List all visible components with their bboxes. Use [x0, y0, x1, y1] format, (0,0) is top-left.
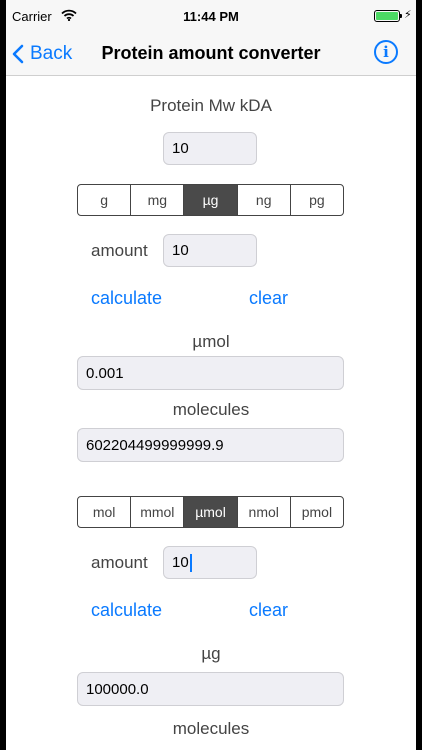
- amount-label-2: amount: [91, 553, 148, 572]
- battery-tip: [400, 14, 402, 18]
- molar-unit-segmented-control: mol mmol µmol nmol pmol: [77, 496, 344, 528]
- segment-mmol[interactable]: mmol: [131, 497, 185, 527]
- segment-mol[interactable]: mol: [78, 497, 132, 527]
- status-bar: Carrier 11:44 PM ⚡: [6, 0, 416, 32]
- segment-ng[interactable]: ng: [238, 185, 291, 215]
- segment-nmol[interactable]: nmol: [238, 497, 291, 527]
- status-time: 11:44 PM: [183, 9, 239, 24]
- protein-mw-input[interactable]: 10: [163, 132, 257, 165]
- info-icon[interactable]: i: [374, 40, 398, 64]
- molecules-label: molecules: [172, 400, 250, 419]
- segment-mg[interactable]: mg: [131, 185, 185, 215]
- mass-unit-segmented-control: g mg µg ng pg: [77, 184, 344, 216]
- battery-icon: [374, 10, 400, 22]
- segment-pmol[interactable]: pmol: [291, 497, 343, 527]
- segment-ug[interactable]: µg: [184, 185, 238, 215]
- text-caret: [189, 553, 192, 572]
- result-ug-field[interactable]: 100000.0: [77, 672, 344, 706]
- segment-g[interactable]: g: [78, 185, 132, 215]
- molar-amount-input[interactable]: 10: [163, 546, 257, 579]
- page-title: Protein amount converter: [101, 43, 321, 63]
- amount-label: amount: [91, 241, 148, 260]
- result-umol-field[interactable]: 0.001: [77, 356, 344, 390]
- segment-umol[interactable]: µmol: [184, 497, 238, 527]
- result-unit-label-2: µg: [201, 644, 221, 663]
- clear-button-2[interactable]: clear: [249, 600, 288, 621]
- protein-mw-label: Protein Mw kDA: [150, 96, 272, 115]
- molecules-label-2: molecules: [172, 719, 250, 738]
- molecules-result-field[interactable]: 602204499999999.9: [77, 428, 344, 462]
- navigation-bar: Back Protein amount converter i: [6, 32, 416, 76]
- mass-amount-input[interactable]: 10: [163, 234, 257, 267]
- molar-amount-value: 10: [172, 554, 189, 571]
- result-unit-label: µmol: [192, 332, 230, 351]
- calculate-button-2[interactable]: calculate: [91, 600, 162, 621]
- calculate-button[interactable]: calculate: [91, 288, 162, 309]
- bolt-icon: ⚡: [404, 9, 412, 21]
- app-screen: Carrier 11:44 PM ⚡ Back Protein amount c…: [6, 0, 416, 750]
- clear-button[interactable]: clear: [249, 288, 288, 309]
- segment-pg[interactable]: pg: [291, 185, 343, 215]
